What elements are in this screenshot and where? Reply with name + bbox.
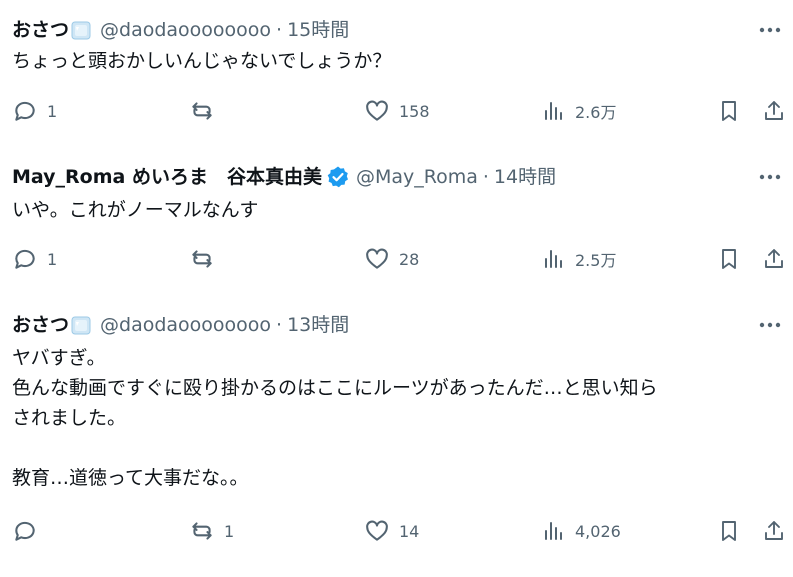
analytics-icon — [545, 102, 562, 120]
ice-cube-icon — [70, 19, 92, 41]
view-count: 2.6万 — [575, 103, 617, 122]
post-text-line: いや。これがノーマルなんす — [12, 199, 259, 221]
post-text-line: されました。 — [12, 407, 127, 429]
bookmark-icon — [722, 521, 736, 541]
like-count: 28 — [399, 249, 420, 269]
view-count: 4,026 — [575, 521, 621, 541]
share-button[interactable] — [762, 244, 786, 274]
reply-icon — [15, 249, 35, 269]
post-text-line: 色んな動画ですぐに殴り掛かるのはここにルーツがあったんだ…と思い知ら — [12, 377, 658, 399]
handle[interactable]: @May_Roma — [356, 164, 478, 190]
bookmark-icon — [722, 101, 736, 121]
timestamp[interactable]: 15時間 — [287, 17, 349, 43]
verified-badge-icon — [326, 165, 350, 189]
bookmark-button[interactable] — [717, 96, 741, 126]
more-options-button[interactable] — [755, 312, 785, 338]
like-count: 158 — [399, 101, 430, 121]
analytics-icon — [545, 250, 562, 268]
handle[interactable]: @daodaoooooooo — [100, 312, 271, 338]
heart-icon — [366, 520, 388, 541]
reply-count: 1 — [47, 101, 58, 121]
views-button[interactable]: 4,026 — [542, 516, 621, 546]
bookmark-icon — [722, 249, 736, 269]
post-text: ちょっと頭おかしいんじゃないでしょうか？ — [12, 46, 391, 76]
reply-button[interactable]: 1 — [12, 244, 57, 274]
share-icon — [765, 521, 783, 540]
display-name[interactable]: おさつ — [12, 312, 69, 338]
views-button[interactable]: 2.6万 — [542, 96, 616, 126]
post-header: おさつ @daodaoooooooo · 13時間 — [12, 312, 349, 338]
action-bar: 1 158 2.6万 — [0, 96, 793, 126]
post-text-line: ちょっと頭おかしいんじゃないでしょうか？ — [12, 50, 392, 72]
repost-icon — [192, 522, 212, 540]
share-icon — [765, 249, 783, 268]
post-text-line: 教育…道徳って大事だな。。 — [12, 467, 249, 489]
handle[interactable]: @daodaoooooooo — [100, 17, 271, 43]
more-dots-icon — [759, 27, 781, 33]
more-dots-icon — [759, 322, 781, 328]
repost-icon — [192, 250, 212, 268]
repost-count: 1 — [224, 521, 235, 541]
view-count: 2.5万 — [575, 251, 617, 270]
reply-button[interactable]: 1 — [12, 96, 57, 126]
share-icon — [765, 101, 783, 120]
separator-dot: · — [276, 314, 283, 336]
analytics-icon — [545, 522, 562, 540]
share-button[interactable] — [762, 96, 786, 126]
share-button[interactable] — [762, 516, 786, 546]
repost-button[interactable]: 1 — [189, 516, 234, 546]
display-name[interactable]: May_Roma めいろま 谷本真由美 — [12, 164, 322, 190]
more-dots-icon — [759, 174, 781, 180]
more-options-button[interactable] — [755, 17, 785, 43]
post-header: May_Roma めいろま 谷本真由美 @May_Roma · 14時間 — [12, 164, 556, 190]
reply-count: 1 — [47, 249, 58, 269]
reply-icon — [15, 101, 35, 121]
separator-dot: · — [482, 166, 489, 188]
post-header: おさつ @daodaoooooooo · 15時間 — [12, 17, 349, 43]
post-text-line — [12, 433, 658, 463]
reply-icon — [15, 521, 35, 541]
action-bar: 1 14 4,026 — [0, 516, 793, 546]
repost-icon — [192, 102, 212, 120]
repost-button[interactable] — [189, 244, 224, 274]
bookmark-button[interactable] — [717, 244, 741, 274]
like-button[interactable]: 14 — [364, 516, 419, 546]
more-options-button[interactable] — [755, 164, 785, 190]
like-button[interactable]: 158 — [364, 96, 430, 126]
like-button[interactable]: 28 — [364, 244, 419, 274]
action-bar: 1 28 2.5万 — [0, 244, 793, 274]
heart-icon — [366, 248, 388, 269]
display-name[interactable]: おさつ — [12, 17, 69, 43]
reply-button[interactable] — [12, 516, 47, 546]
heart-icon — [366, 100, 388, 121]
ice-cube-icon — [70, 314, 92, 336]
bookmark-button[interactable] — [717, 516, 741, 546]
post-text: いや。これがノーマルなんす — [12, 195, 258, 225]
post-text: ヤバすぎ。 色んな動画ですぐに殴り掛かるのはここにルーツがあったんだ…と思い知ら… — [12, 343, 658, 493]
separator-dot: · — [276, 19, 283, 41]
repost-button[interactable] — [189, 96, 224, 126]
like-count: 14 — [399, 521, 420, 541]
post-text-line: ヤバすぎ。 — [12, 347, 106, 369]
views-button[interactable]: 2.5万 — [542, 244, 616, 274]
timestamp[interactable]: 14時間 — [494, 164, 556, 190]
timestamp[interactable]: 13時間 — [287, 312, 349, 338]
